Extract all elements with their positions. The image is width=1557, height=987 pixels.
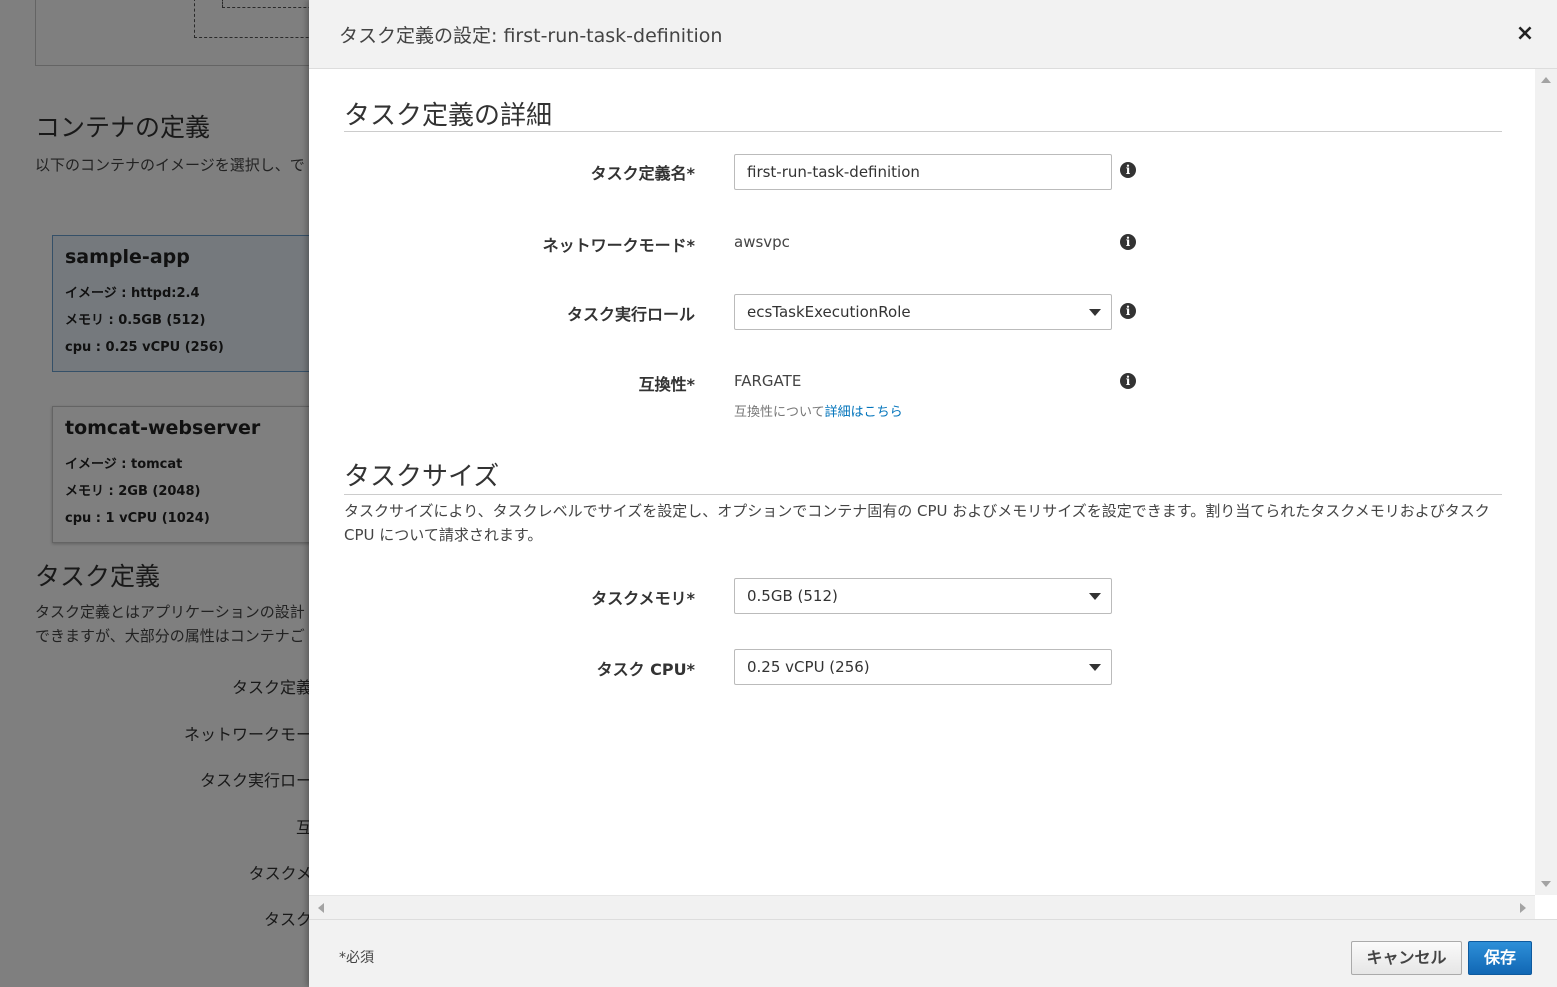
scroll-down-icon[interactable] (1541, 881, 1551, 887)
network-mode-label: ネットワークモード* (542, 236, 695, 255)
chevron-down-icon (1089, 593, 1101, 600)
vertical-scrollbar[interactable] (1535, 69, 1557, 895)
compatibility-value: FARGATE (734, 372, 802, 390)
close-icon[interactable]: × (1515, 23, 1535, 45)
task-memory-selected-value: 0.5GB (512) (747, 587, 838, 605)
compatibility-help: 互換性について詳細はこちら (734, 401, 903, 420)
task-name-label: タスク定義名* (590, 164, 695, 183)
cancel-button[interactable]: キャンセル (1351, 941, 1462, 975)
horizontal-scrollbar[interactable] (309, 895, 1535, 919)
info-icon[interactable]: i (1120, 234, 1136, 250)
section-divider (344, 131, 1502, 132)
chevron-down-icon (1089, 664, 1101, 671)
modal-header: タスク定義の設定: first-run-task-definition × (309, 0, 1557, 69)
task-execution-role-selected-value: ecsTaskExecutionRole (747, 303, 911, 321)
section-divider (344, 494, 1502, 495)
compatibility-learn-more-link[interactable]: 詳細はこちら (825, 405, 903, 420)
info-icon[interactable]: i (1120, 303, 1136, 319)
scroll-right-icon[interactable] (1520, 903, 1526, 913)
modal-footer: *必須 キャンセル 保存 (309, 919, 1557, 987)
chevron-down-icon (1089, 309, 1101, 316)
task-size-description: タスクサイズにより、タスクレベルでサイズを設定し、オプションでコンテナ固有の C… (344, 502, 1490, 544)
compatibility-help-text: 互換性について (734, 405, 825, 420)
save-button[interactable]: 保存 (1468, 941, 1532, 975)
task-definition-details-heading: タスク定義の詳細 (344, 101, 553, 131)
task-cpu-selected-value: 0.25 vCPU (256) (747, 658, 870, 676)
network-mode-value: awsvpc (734, 233, 790, 251)
modal-body[interactable]: タスク定義の詳細 タスク定義名* i ネットワークモード* awsvpc i タ… (309, 69, 1535, 895)
task-memory-label: タスクメモリ* (591, 589, 695, 608)
task-execution-role-select[interactable]: ecsTaskExecutionRole (734, 294, 1112, 330)
info-icon[interactable]: i (1120, 162, 1136, 178)
info-icon[interactable]: i (1120, 373, 1136, 389)
scroll-left-icon[interactable] (318, 903, 324, 913)
required-note: *必須 (339, 950, 374, 966)
task-name-input[interactable] (734, 154, 1112, 190)
compatibility-label: 互換性* (638, 375, 695, 394)
task-execution-role-label: タスク実行ロール (566, 305, 695, 324)
task-cpu-label: タスク CPU* (596, 660, 695, 679)
task-size-heading: タスクサイズ (344, 462, 500, 492)
modal-title: タスク定義の設定: first-run-task-definition (339, 25, 723, 47)
task-cpu-select[interactable]: 0.25 vCPU (256) (734, 649, 1112, 685)
task-definition-settings-modal: タスク定義の設定: first-run-task-definition × タス… (309, 0, 1557, 987)
scroll-up-icon[interactable] (1541, 77, 1551, 83)
task-memory-select[interactable]: 0.5GB (512) (734, 578, 1112, 614)
